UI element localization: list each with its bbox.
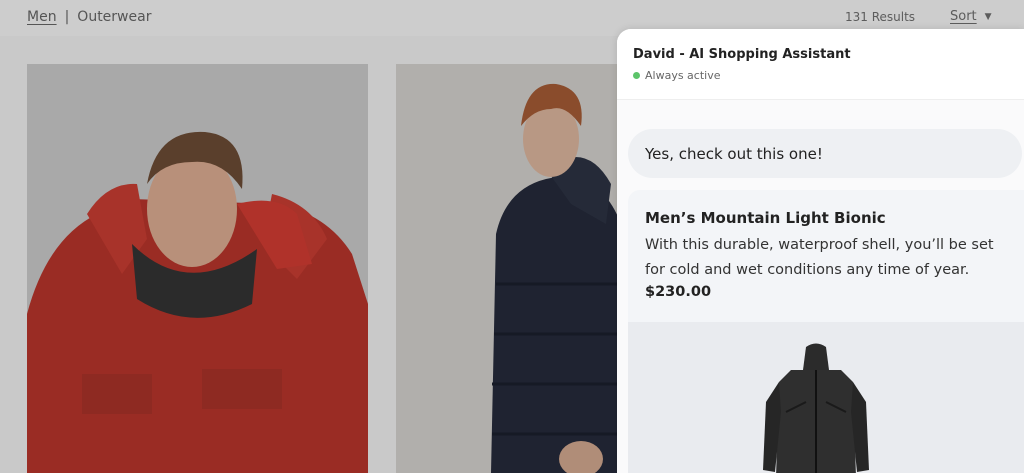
- breadcrumb: Men | Outerwear: [27, 9, 151, 25]
- product-price: $230.00: [645, 284, 712, 300]
- assistant-message: Yes, check out this one!: [628, 129, 1022, 178]
- agent-status: Always active: [633, 69, 721, 82]
- product-description: With this durable, waterproof shell, you…: [645, 237, 994, 278]
- black-shell-jacket-image: [763, 343, 869, 473]
- chat-body: Yes, check out this one! Men’s Mountain …: [617, 100, 1024, 473]
- sort-label: Sort: [950, 9, 977, 24]
- online-status-icon: [633, 72, 640, 79]
- results-count: 131 Results: [845, 10, 916, 24]
- ai-shopping-assistant-panel: David - AI Shopping Assistant Always act…: [617, 29, 1024, 473]
- red-parka-photo: [27, 64, 368, 473]
- recommended-product-card[interactable]: Men’s Mountain Light Bionic With this du…: [628, 190, 1024, 473]
- agent-status-text: Always active: [645, 69, 721, 82]
- navy-puffer-photo: [396, 64, 636, 473]
- breadcrumb-separator: |: [64, 9, 70, 25]
- chat-header: David - AI Shopping Assistant Always act…: [617, 29, 1024, 100]
- chevron-down-icon: ▼: [984, 11, 992, 22]
- breadcrumb-men-link[interactable]: Men: [27, 9, 57, 25]
- product-tile-red-parka[interactable]: [27, 64, 368, 473]
- product-image[interactable]: [628, 322, 1024, 473]
- product-title: Men’s Mountain Light Bionic: [645, 209, 886, 227]
- assistant-message-text: Yes, check out this one!: [645, 144, 823, 163]
- breadcrumb-current: Outerwear: [77, 9, 152, 25]
- agent-name: David - AI Shopping Assistant: [633, 47, 851, 62]
- sort-button[interactable]: Sort ▼: [950, 9, 992, 24]
- product-tile-navy-puffer[interactable]: [396, 64, 636, 473]
